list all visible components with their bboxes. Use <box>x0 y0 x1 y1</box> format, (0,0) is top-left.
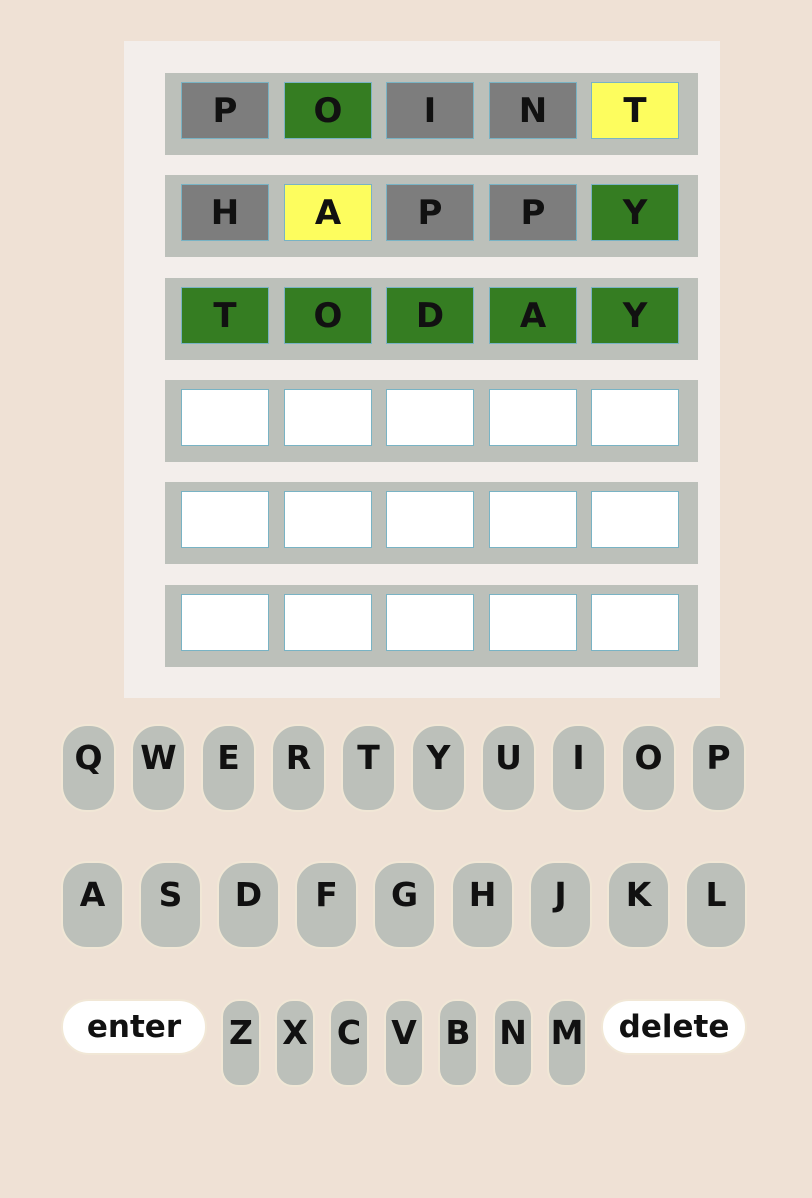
key-p[interactable]: P <box>691 724 746 812</box>
key-s[interactable]: S <box>139 861 202 949</box>
tile: N <box>489 82 577 139</box>
tile <box>386 491 474 548</box>
key-a[interactable]: A <box>61 861 124 949</box>
tile <box>591 389 679 446</box>
tile <box>181 389 269 446</box>
key-b[interactable]: B <box>438 999 478 1087</box>
key-c[interactable]: C <box>329 999 369 1087</box>
tile <box>591 594 679 651</box>
key-l[interactable]: L <box>685 861 747 949</box>
tile: T <box>591 82 679 139</box>
key-u[interactable]: U <box>481 724 536 812</box>
key-h[interactable]: H <box>451 861 514 949</box>
tile <box>489 594 577 651</box>
tile: P <box>181 82 269 139</box>
keyboard-row-2: A S D F G H J K L <box>0 861 812 953</box>
tile <box>386 389 474 446</box>
key-m[interactable]: M <box>547 999 587 1087</box>
enter-button[interactable]: enter <box>61 999 207 1055</box>
tile <box>181 491 269 548</box>
tile <box>489 491 577 548</box>
key-w[interactable]: W <box>131 724 186 812</box>
tile: Y <box>591 287 679 344</box>
guess-row-6 <box>165 585 698 667</box>
tile: P <box>386 184 474 241</box>
key-y[interactable]: Y <box>411 724 466 812</box>
tile <box>386 594 474 651</box>
tile <box>591 491 679 548</box>
tile: Y <box>591 184 679 241</box>
key-v[interactable]: V <box>384 999 424 1087</box>
key-o[interactable]: O <box>621 724 676 812</box>
tile: H <box>181 184 269 241</box>
key-i[interactable]: I <box>551 724 606 812</box>
tile: T <box>181 287 269 344</box>
tile <box>489 389 577 446</box>
keyboard-row-3: enter Z X C V B N M delete <box>0 999 812 1091</box>
tile: I <box>386 82 474 139</box>
guess-row-3: T O D A Y <box>165 278 698 360</box>
delete-button[interactable]: delete <box>601 999 747 1055</box>
tile: A <box>284 184 372 241</box>
guess-row-5 <box>165 482 698 564</box>
guess-row-2: H A P P Y <box>165 175 698 257</box>
tile <box>284 389 372 446</box>
key-z[interactable]: Z <box>221 999 261 1087</box>
game-board: P O I N T H A P P Y T O D A Y <box>124 41 720 698</box>
key-q[interactable]: Q <box>61 724 116 812</box>
tile <box>284 491 372 548</box>
tile: D <box>386 287 474 344</box>
key-d[interactable]: D <box>217 861 280 949</box>
key-x[interactable]: X <box>275 999 315 1087</box>
key-r[interactable]: R <box>271 724 326 812</box>
key-t[interactable]: T <box>341 724 396 812</box>
key-j[interactable]: J <box>529 861 592 949</box>
guess-row-4 <box>165 380 698 462</box>
tile: O <box>284 82 372 139</box>
key-g[interactable]: G <box>373 861 436 949</box>
key-k[interactable]: K <box>607 861 670 949</box>
key-n[interactable]: N <box>493 999 533 1087</box>
tile <box>284 594 372 651</box>
tile: A <box>489 287 577 344</box>
tile: O <box>284 287 372 344</box>
key-e[interactable]: E <box>201 724 256 812</box>
keyboard-row-1: Q W E R T Y U I O P <box>0 724 812 816</box>
tile <box>181 594 269 651</box>
guess-row-1: P O I N T <box>165 73 698 155</box>
key-f[interactable]: F <box>295 861 358 949</box>
tile: P <box>489 184 577 241</box>
